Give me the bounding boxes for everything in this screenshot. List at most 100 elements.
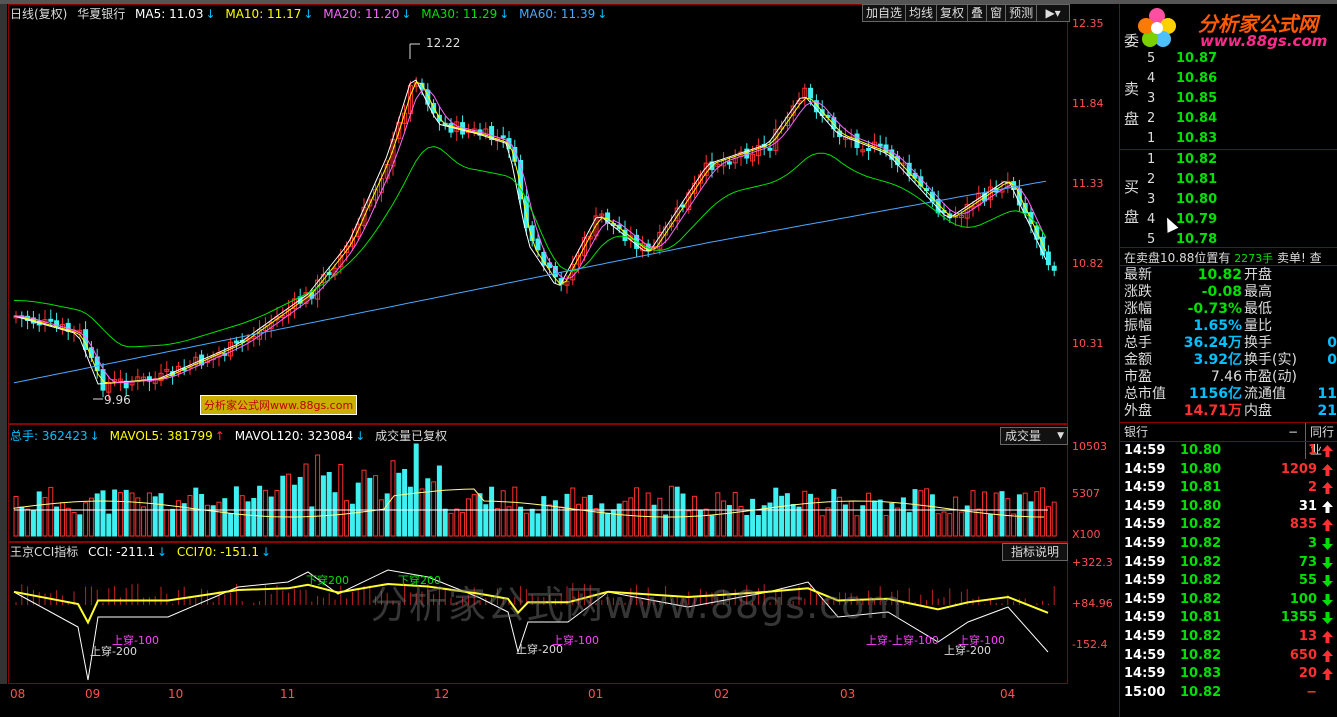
quote-row: 外盘 14.71万 内盘 21 bbox=[1124, 403, 1337, 420]
volume-bar bbox=[813, 497, 819, 537]
volume-bar bbox=[349, 503, 355, 537]
quote-value: 7.46 bbox=[1210, 369, 1242, 385]
wei-label: 委 bbox=[1124, 32, 1140, 50]
volume-bar bbox=[593, 508, 599, 537]
tick-price: 10.80 bbox=[1180, 498, 1222, 514]
volume-bar bbox=[129, 492, 135, 537]
quote-row: 总手 36.24万 换手 0 bbox=[1124, 335, 1337, 352]
quote-key2: 换手(实) bbox=[1244, 352, 1297, 368]
volume-bar bbox=[709, 515, 715, 537]
tick-row[interactable]: 14:59 10.82 55 bbox=[1124, 572, 1337, 590]
quote-key: 总市值 bbox=[1124, 386, 1166, 402]
volume-bar bbox=[755, 514, 761, 537]
volume-bar bbox=[71, 511, 77, 537]
volume-bar bbox=[181, 503, 187, 537]
tick-volume: 73 bbox=[1298, 554, 1317, 570]
volume-bar bbox=[744, 514, 750, 537]
tick-row[interactable]: 14:59 10.82 100 bbox=[1124, 591, 1337, 609]
volume-bar bbox=[65, 507, 71, 537]
tick-row[interactable]: 14:59 10.80 1209 bbox=[1124, 461, 1337, 479]
tick-row[interactable]: 14:59 10.80 31 bbox=[1124, 498, 1337, 516]
arrow-up-icon bbox=[1322, 519, 1333, 532]
volume-bar bbox=[999, 491, 1005, 537]
quote-value: -0.08 bbox=[1201, 284, 1242, 300]
volume-bar bbox=[523, 512, 529, 537]
candle-body bbox=[866, 147, 872, 151]
volume-bar bbox=[164, 509, 170, 537]
volume-bar bbox=[77, 514, 83, 537]
low-price-label: 9.96 bbox=[104, 393, 131, 407]
volume-bar bbox=[918, 490, 924, 537]
volume-bar bbox=[848, 500, 854, 537]
quote-key: 总手 bbox=[1124, 335, 1152, 351]
sell-level[interactable]: 1 10.83 bbox=[1120, 130, 1337, 148]
tick-row[interactable]: 14:59 10.82 73 bbox=[1124, 554, 1337, 572]
tick-row[interactable]: 14:59 10.82 3 bbox=[1124, 535, 1337, 553]
tick-time: 14:59 bbox=[1124, 536, 1166, 551]
volume-bar bbox=[407, 486, 413, 537]
candle-body bbox=[726, 161, 732, 165]
sell-level[interactable]: 2 10.84 bbox=[1120, 110, 1337, 128]
tick-row[interactable]: 14:59 10.80 1 bbox=[1124, 442, 1337, 460]
tick-row[interactable]: 14:59 10.82 650 bbox=[1124, 647, 1337, 665]
tick-price: 10.81 bbox=[1180, 610, 1222, 626]
tick-row[interactable]: 14:59 10.81 1355 bbox=[1124, 609, 1337, 627]
quote-fragment: 0 bbox=[1327, 335, 1337, 351]
industry-label[interactable]: 银行 bbox=[1124, 423, 1148, 441]
volume-bar bbox=[442, 508, 448, 537]
volume-bar bbox=[773, 487, 779, 537]
tick-volume: 3 bbox=[1307, 536, 1317, 551]
sell-level[interactable]: 5 10.87 bbox=[1120, 50, 1337, 68]
volume-bar bbox=[703, 508, 709, 537]
volume-bar bbox=[616, 503, 622, 537]
sell-level[interactable]: 3 10.85 bbox=[1120, 90, 1337, 108]
volume-svg[interactable] bbox=[8, 424, 1068, 542]
buy-level[interactable]: 3 10.80 bbox=[1120, 191, 1337, 209]
kline-svg[interactable] bbox=[8, 4, 1068, 424]
sell-level-num: 5 bbox=[1147, 51, 1156, 66]
sell-level[interactable]: 4 10.86 bbox=[1120, 70, 1337, 88]
month-label: 10 bbox=[168, 687, 184, 701]
volume-bar bbox=[30, 509, 36, 537]
volume-bar bbox=[581, 496, 587, 537]
tick-row[interactable]: 14:59 10.82 835 bbox=[1124, 516, 1337, 534]
arrow-up-icon bbox=[1322, 649, 1333, 662]
volume-bar bbox=[222, 498, 228, 537]
volume-bar bbox=[987, 514, 993, 537]
minimize-icon[interactable]: − bbox=[1288, 423, 1298, 441]
quote-key2: 流通值 bbox=[1244, 386, 1286, 402]
volume-bar bbox=[141, 506, 147, 537]
volume-bar bbox=[819, 515, 825, 537]
volume-bar bbox=[1022, 492, 1028, 537]
volume-bar bbox=[54, 506, 60, 537]
volume-bar bbox=[697, 509, 703, 537]
quote-key: 市盈 bbox=[1124, 369, 1152, 385]
volume-bar bbox=[529, 508, 535, 537]
candle-body bbox=[100, 369, 106, 391]
sell-level-num: 4 bbox=[1147, 71, 1156, 86]
tick-row[interactable]: 14:59 10.81 2 bbox=[1124, 479, 1337, 497]
stock-chart-window: { "header": { "period": "日线(复权)", "stock… bbox=[0, 0, 1337, 717]
sell-level-price: 10.86 bbox=[1176, 71, 1218, 86]
cci-signal-label: 上穿-200 bbox=[944, 644, 991, 657]
buy-level[interactable]: 4 10.79 bbox=[1120, 211, 1337, 229]
buy-level[interactable]: 1 10.82 bbox=[1120, 151, 1337, 169]
volume-bar bbox=[924, 488, 930, 537]
volume-bar bbox=[837, 496, 843, 537]
volume-bar bbox=[402, 468, 408, 537]
tick-row[interactable]: 14:59 10.82 13 bbox=[1124, 628, 1337, 646]
volume-bar bbox=[419, 488, 425, 537]
volume-bar bbox=[233, 486, 239, 537]
volume-bar bbox=[135, 497, 141, 537]
buy-level-price: 10.79 bbox=[1176, 212, 1218, 227]
volume-bar bbox=[558, 506, 564, 537]
tick-row[interactable]: 15:00 10.82 − bbox=[1124, 684, 1337, 702]
order-alert[interactable]: 在卖盘10.88位置有 2273手 卖单! 查 bbox=[1124, 249, 1322, 266]
volume-bar bbox=[483, 504, 489, 537]
tick-row[interactable]: 14:59 10.83 20 bbox=[1124, 665, 1337, 683]
buy-level[interactable]: 2 10.81 bbox=[1120, 171, 1337, 189]
volume-bar bbox=[889, 502, 895, 537]
quote-value: 3.92亿 bbox=[1193, 352, 1242, 368]
tick-volume: 1209 bbox=[1280, 461, 1317, 477]
tick-time: 14:59 bbox=[1124, 629, 1166, 644]
